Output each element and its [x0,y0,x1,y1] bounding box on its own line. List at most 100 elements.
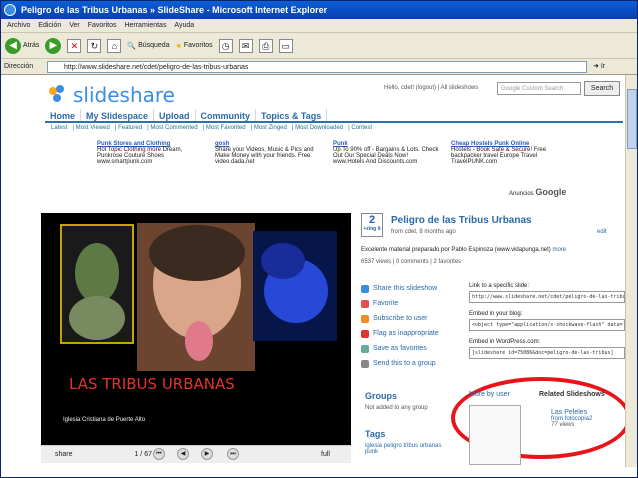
tags-heading: Tags [365,429,386,439]
action-list: Share this slideshow Favorite Subscribe … [361,281,469,371]
web-page: slideshare Hello, cdet! (logout) | All s… [1,75,625,467]
subnav-most-downloaded[interactable]: Most Downloaded [295,125,343,131]
search-button[interactable]: 🔍 Búsqueda [127,42,169,50]
subnav-contest[interactable]: Contest [351,125,372,131]
slide-counter: 1 / 67 [134,451,152,458]
ad-item[interactable]: Punk Stores and Clothing Hot Topic Clothi… [97,141,205,191]
ads-by-google: Anuncios Google [509,187,567,197]
back-arrow-icon: ◀ [5,37,21,54]
menu-archivo[interactable]: Archivo [7,22,30,29]
forward-arrow-icon: ▶ [45,37,62,54]
nav-upload[interactable]: Upload [154,109,196,121]
slideshow-description: Excelente material preparado por Pablo E… [361,247,567,253]
menu-edicion[interactable]: Edición [38,22,61,29]
slide-image [60,223,337,371]
action-share[interactable]: Share this slideshow [361,281,469,296]
ad-item[interactable]: Punk Up To 90% off - Bargains & Lots. Che… [333,141,441,191]
vertical-scrollbar[interactable] [625,75,637,467]
url-input[interactable]: http://www.slideshare.net/cdet/peligro-d… [47,61,587,73]
subnav-latest[interactable]: Latest [51,125,67,131]
slide-title: LAS TRIBUS URBANAS [69,375,235,393]
action-flag[interactable]: Flag as inappropriate [361,326,469,341]
groups-empty: Not added to any group [365,405,428,411]
sub-nav: Latest | Most Viewed | Featured | Most Comm… [51,125,373,131]
ad-item[interactable]: Cheap Hostels Punk Online Hostels - Book … [451,141,559,191]
history-icon[interactable]: ◷ [218,38,233,53]
google-ads: Punk Stores and Clothing Hot Topic Clothi… [97,141,567,191]
last-slide-icon[interactable]: ⏭ [227,448,239,460]
edit-link[interactable]: edit [597,229,607,235]
link-label: Link to a specific slide: [469,283,530,289]
rss-icon [361,314,369,323]
embed-input[interactable]: <object type="application/x-shockwave-fl… [469,319,625,331]
share-button[interactable]: share [55,451,73,458]
ad-item[interactable]: gosh Share your Videos, Music & Pics and … [215,141,323,191]
related-item[interactable]: Las Peleles from fotocopia2 77 views [551,409,592,428]
slideshow-meta: from cdet, 8 months ago [391,229,456,235]
favorites-button[interactable]: ★ Favoritos [176,42,213,50]
more-by-user-tab[interactable]: More by user [469,391,510,398]
user-links[interactable]: Hello, cdet! (logout) | All slideshows [384,85,478,91]
player-controls: share 1 / 67 [41,445,351,463]
go-button[interactable]: ➜ Ir [593,61,629,73]
menu-favoritos[interactable]: Favoritos [88,22,117,29]
action-send-group[interactable]: Send this to a group [361,356,469,371]
share-icon [361,284,369,293]
print-icon[interactable]: ⎙ [258,38,273,53]
site-search-button[interactable]: Search [584,81,620,96]
menu-ayuda[interactable]: Ayuda [174,22,194,29]
menu-herramientas[interactable]: Herramientas [124,22,166,29]
stop-icon[interactable]: ✕ [67,38,82,53]
subnav-featured[interactable]: Featured [118,125,142,131]
heart-icon [361,299,369,308]
action-favorite[interactable]: Favorite [361,296,469,311]
related-thumbnail[interactable] [469,405,521,465]
embed-box: Link to a specific slide: http://www.sli… [469,281,625,365]
nav-community[interactable]: Community [196,109,257,121]
related-tab[interactable]: Related Slideshows [539,391,605,398]
slideshare-logo[interactable]: slideshare [49,83,175,107]
title-bar: Peligro de las Tribus Urbanas » SlideSha… [1,1,637,19]
more-link[interactable]: more [552,247,566,253]
zing-counter[interactable]: 2 +zing it [361,213,383,237]
tag-list[interactable]: iglesia peligro tribus urbanas punk [365,443,445,455]
action-subscribe[interactable]: Subscribe to user [361,311,469,326]
window-title: Peligro de las Tribus Urbanas » SlideSha… [21,5,328,15]
browser-window: Peligro de las Tribus Urbanas » SlideSha… [0,0,638,478]
site-search-input[interactable]: Google Custom Search [497,82,581,95]
first-slide-icon[interactable]: ⏮ [153,448,165,460]
menu-ver[interactable]: Ver [69,22,80,29]
wordpress-input[interactable]: [slideshare id=75086&doc=peligro-de-las-… [469,347,625,359]
folder-icon[interactable]: ▭ [278,38,293,53]
subnav-most-commented[interactable]: Most Commented [150,125,197,131]
slideshow-player[interactable]: 08.2009 [41,213,351,463]
mail-icon[interactable]: ✉ [238,38,253,53]
address-bar: Dirección http://www.slideshare.net/cdet… [1,59,637,75]
search-icon: 🔍 [127,42,137,50]
link-input[interactable]: http://www.slideshare.net/cdet/peligro-d… [469,291,625,303]
nav-home[interactable]: Home [45,109,82,121]
flag-icon [361,329,369,338]
subnav-most-viewed[interactable]: Most Viewed [76,125,110,131]
slide-subtitle: Iglesia Cristiana de Puerte Alto [63,417,146,423]
logo-mark-icon [49,85,69,105]
back-button[interactable]: ◀ Atrás [5,37,39,54]
forward-button[interactable]: ▶ [45,37,62,54]
toolbar: ◀ Atrás ▶ ✕ ↻ ⌂ 🔍 Búsqueda ★ Favoritos ◷ ✉ … [1,33,637,59]
refresh-icon[interactable]: ↻ [87,38,102,53]
view-stats: 6537 views | 0 comments | 2 favorites [361,259,462,265]
star-icon: ★ [175,42,182,50]
ie-icon [4,4,16,16]
subnav-most-favorited[interactable]: Most Favorited [206,125,246,131]
home-icon[interactable]: ⌂ [107,38,122,53]
fullscreen-button[interactable]: full [321,451,330,458]
logo-text: slideshare [73,83,175,107]
nav-my-slidespace[interactable]: My Slidespace [81,109,155,121]
nav-topics-tags[interactable]: Topics & Tags [256,109,328,121]
group-icon [361,359,369,368]
next-slide-icon[interactable]: ▶ [201,448,213,460]
action-save[interactable]: Save as favorites [361,341,469,356]
prev-slide-icon[interactable]: ◀ [177,448,189,460]
subnav-most-zinged[interactable]: Most Zinged [254,125,287,131]
scroll-thumb[interactable] [627,89,637,149]
